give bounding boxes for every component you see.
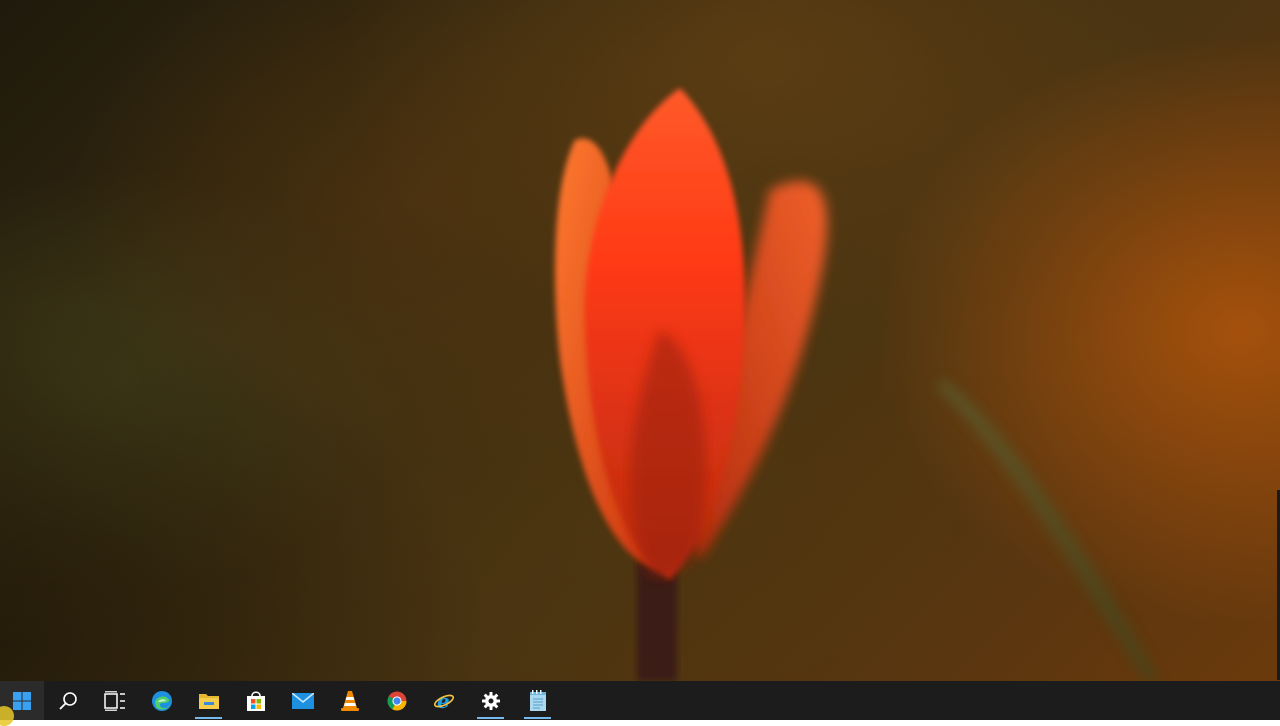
ie-icon: e xyxy=(433,690,454,712)
store-bag-icon xyxy=(246,690,265,711)
svg-text:e: e xyxy=(437,690,450,712)
windows-logo-icon xyxy=(13,691,31,710)
folder-icon xyxy=(198,693,219,709)
task-view-icon xyxy=(103,690,125,711)
search-icon xyxy=(58,691,77,710)
taskbar-settings[interactable] xyxy=(467,681,514,720)
taskbar-chrome[interactable] xyxy=(373,681,420,720)
tulip-image xyxy=(555,88,1160,681)
chrome-icon xyxy=(387,691,406,710)
taskbar-vlc[interactable] xyxy=(326,681,373,720)
taskbar-mail[interactable] xyxy=(279,681,326,720)
taskbar-microsoft-store[interactable] xyxy=(232,681,279,720)
gear-icon xyxy=(481,691,500,710)
taskbar-file-explorer[interactable] xyxy=(185,681,232,720)
cursor-highlight xyxy=(0,706,14,726)
task-view-button[interactable] xyxy=(91,681,138,720)
taskbar-edge[interactable] xyxy=(138,681,185,720)
vlc-cone-icon xyxy=(340,690,359,711)
taskbar: e xyxy=(0,681,1280,726)
taskbar-notepad[interactable] xyxy=(514,681,561,720)
search-button[interactable] xyxy=(44,681,91,720)
edge-icon xyxy=(151,690,172,711)
desktop-wallpaper xyxy=(0,0,1280,681)
start-button[interactable] xyxy=(0,681,44,726)
notepad-icon xyxy=(529,689,546,711)
taskbar-internet-explorer[interactable]: e xyxy=(420,681,467,720)
mail-icon xyxy=(291,692,314,709)
